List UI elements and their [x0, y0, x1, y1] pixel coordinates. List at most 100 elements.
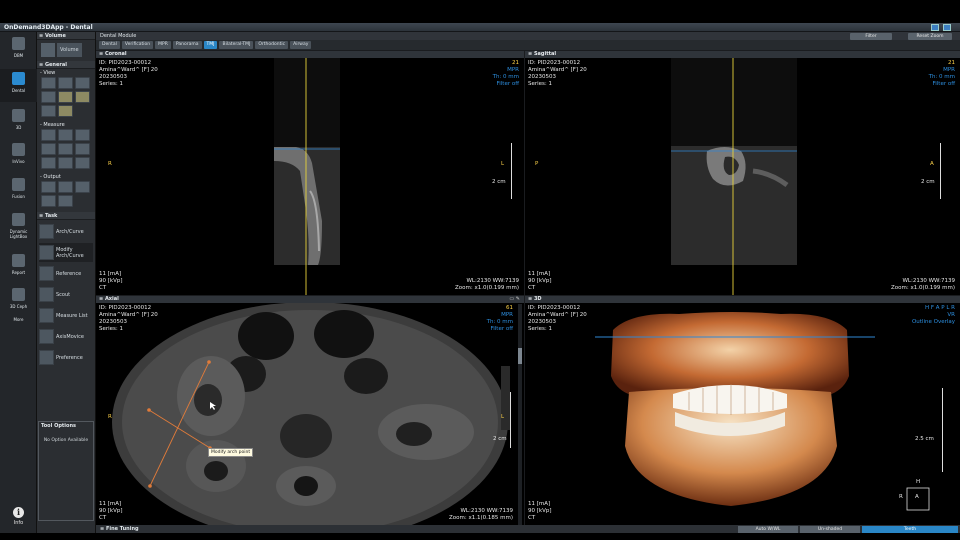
main-area: Dental Module Filter Reset Zoom Dental V… — [96, 32, 960, 533]
curve-icon[interactable] — [75, 129, 90, 141]
task-axis-movie[interactable]: AxisMovice — [39, 327, 93, 346]
ellipse-icon[interactable] — [58, 143, 73, 155]
task-section-header[interactable]: ≡ Task — [37, 212, 95, 220]
three-d-title: 3D — [533, 296, 542, 302]
tab-orthodontic[interactable]: Orthodontic — [255, 41, 289, 49]
sagittal-title: Sagittal — [533, 51, 557, 57]
text-icon[interactable] — [75, 143, 90, 155]
scale-label: 2 cm — [492, 179, 506, 185]
restore-window-icon[interactable] — [931, 24, 939, 31]
overlay-mode: Outline Overlay — [911, 319, 955, 325]
slice-number: 21 — [512, 60, 519, 66]
rail-label: Dental — [11, 88, 26, 93]
zoom-icon[interactable] — [58, 77, 73, 89]
orient-right: L — [501, 414, 505, 420]
volume-button[interactable]: Volume — [57, 43, 82, 57]
task-reference[interactable]: Reference — [39, 264, 93, 283]
unshaded-button[interactable]: Un-shaded — [800, 526, 860, 533]
tab-panorama[interactable]: Panorama — [172, 41, 202, 49]
rail-item-dental[interactable]: Dental — [0, 69, 37, 102]
ruler-icon[interactable] — [41, 129, 56, 141]
modality: CT — [99, 515, 107, 521]
patient-name: Amina^Ward^ [F] 20 — [528, 67, 587, 73]
axis-movie-icon — [39, 329, 54, 344]
pen-icon[interactable] — [58, 157, 73, 169]
axial-header-tools-icon[interactable]: ▭ ✎ — [509, 296, 520, 303]
patient-id: ID: PID2023-00012 — [528, 305, 581, 311]
pan-icon[interactable] — [41, 77, 56, 89]
task-modify-arch-curve[interactable]: Modify Arch/Curve — [39, 243, 93, 262]
arrow-icon[interactable] — [41, 157, 56, 169]
tab-dental[interactable]: Dental — [99, 41, 120, 49]
scale-ruler — [938, 143, 941, 199]
rail-item-more[interactable]: More — [0, 316, 37, 328]
sagittal-info-block: ID: PID2023-00012 Amina^Ward^ [F] 20 202… — [528, 60, 587, 88]
teeth-button[interactable]: Teeth — [862, 526, 958, 533]
module-title: Dental Module — [100, 33, 137, 39]
fine-tuning-title[interactable]: ≡ Fine Tuning — [100, 526, 139, 532]
axial-scrollbar-thumb[interactable] — [518, 348, 522, 364]
reset-icon[interactable] — [41, 105, 56, 117]
rail-label: DBM — [13, 53, 24, 58]
axial-view[interactable]: ≡ Axial ▭ ✎ Modify arch point ID: PID202… — [96, 296, 524, 525]
series-number: Series: 1 — [99, 326, 124, 332]
patient-name: Amina^Ward^ [F] 20 — [99, 67, 158, 73]
area-icon[interactable] — [41, 143, 56, 155]
tab-bilateral-tmj[interactable]: Bilateral-TMJ — [219, 41, 254, 49]
coronal-params: 21 MPR Th: 0 mm Filter off — [493, 60, 519, 88]
tab-airway[interactable]: Airway — [290, 41, 312, 49]
three-d-view[interactable]: ≡ 3D ID: PID2023-00012 Amina^Ward^ [F] 2… — [525, 296, 960, 525]
export-icon[interactable] — [75, 181, 90, 193]
patient-id: ID: PID2023-00012 — [528, 60, 581, 66]
task-arch-curve[interactable]: Arch/Curve — [39, 222, 93, 241]
preference-icon — [39, 350, 54, 365]
axial-scrollbar[interactable] — [518, 304, 522, 525]
angle-icon[interactable] — [58, 129, 73, 141]
slice-icon[interactable] — [58, 91, 73, 103]
orientation-buttons[interactable]: H F A P L R — [912, 305, 955, 312]
auto-wwl-button[interactable]: Auto W/WL — [738, 526, 798, 533]
reference-icon — [39, 266, 54, 281]
task-preference[interactable]: Preference — [39, 348, 93, 367]
rail-item-report[interactable]: Report — [0, 251, 37, 284]
info-button[interactable]: i Info — [0, 507, 37, 526]
measure-subheader: - Measure — [40, 122, 65, 128]
general-section-header[interactable]: ≡ General — [37, 61, 95, 69]
layout-icon[interactable] — [58, 105, 73, 117]
sagittal-view[interactable]: ≡ Sagittal ID: PID2023-00012 Amina^Ward^… — [525, 51, 960, 295]
crosshair-icon[interactable] — [75, 91, 90, 103]
rail-item-invivo[interactable]: InVivo — [0, 140, 37, 173]
close-window-icon[interactable] — [943, 24, 951, 31]
invivo-icon — [12, 143, 25, 156]
rail-item-3d-ceph[interactable]: 3D Ceph — [0, 285, 37, 318]
reset-zoom-button[interactable]: Reset Zoom — [908, 33, 952, 40]
task-measure-list[interactable]: Measure List — [39, 306, 93, 325]
rail-item-3d[interactable]: 3D — [0, 106, 37, 139]
filter-button[interactable]: Filter — [850, 33, 892, 40]
task-label: Preference — [56, 354, 83, 361]
rail-item-dynamic-lightbox[interactable]: Dynamic LightBox — [0, 210, 37, 248]
axial-params: 61 MPR Th: 0 mm Filter off — [487, 305, 513, 333]
delete-icon[interactable] — [75, 157, 90, 169]
tab-mpr[interactable]: MPR — [155, 41, 171, 49]
coronal-view[interactable]: ≡ Coronal ID: PID2023-00012 Amina^Ward^ … — [96, 51, 524, 295]
title-bar: OnDemand3DApp - Dental — [0, 23, 960, 32]
orientation-cube-center[interactable]: A — [915, 494, 919, 501]
rotate-icon[interactable] — [41, 91, 56, 103]
window-level-icon[interactable] — [75, 77, 90, 89]
acq-block: 11 [mA] 90 [kVp] CT — [528, 271, 551, 292]
rail-label: Fusion — [12, 194, 25, 199]
print-icon[interactable] — [41, 195, 56, 207]
rail-item-fusion[interactable]: Fusion — [0, 175, 37, 208]
disable-icon[interactable] — [58, 195, 73, 207]
rail-item-dbm[interactable]: DBM — [0, 34, 37, 67]
task-label: Measure List — [56, 312, 88, 319]
volume-section-header[interactable]: ≡ Volume — [37, 32, 95, 40]
task-scout[interactable]: Scout — [39, 285, 93, 304]
film-icon[interactable] — [58, 181, 73, 193]
tab-verification[interactable]: Verification — [121, 41, 154, 49]
capture-icon[interactable] — [41, 181, 56, 193]
thickness: Th: 0 mm — [492, 74, 519, 80]
sagittal-header: ≡ Sagittal — [525, 51, 960, 58]
tab-tmj[interactable]: TMJ — [203, 41, 218, 49]
